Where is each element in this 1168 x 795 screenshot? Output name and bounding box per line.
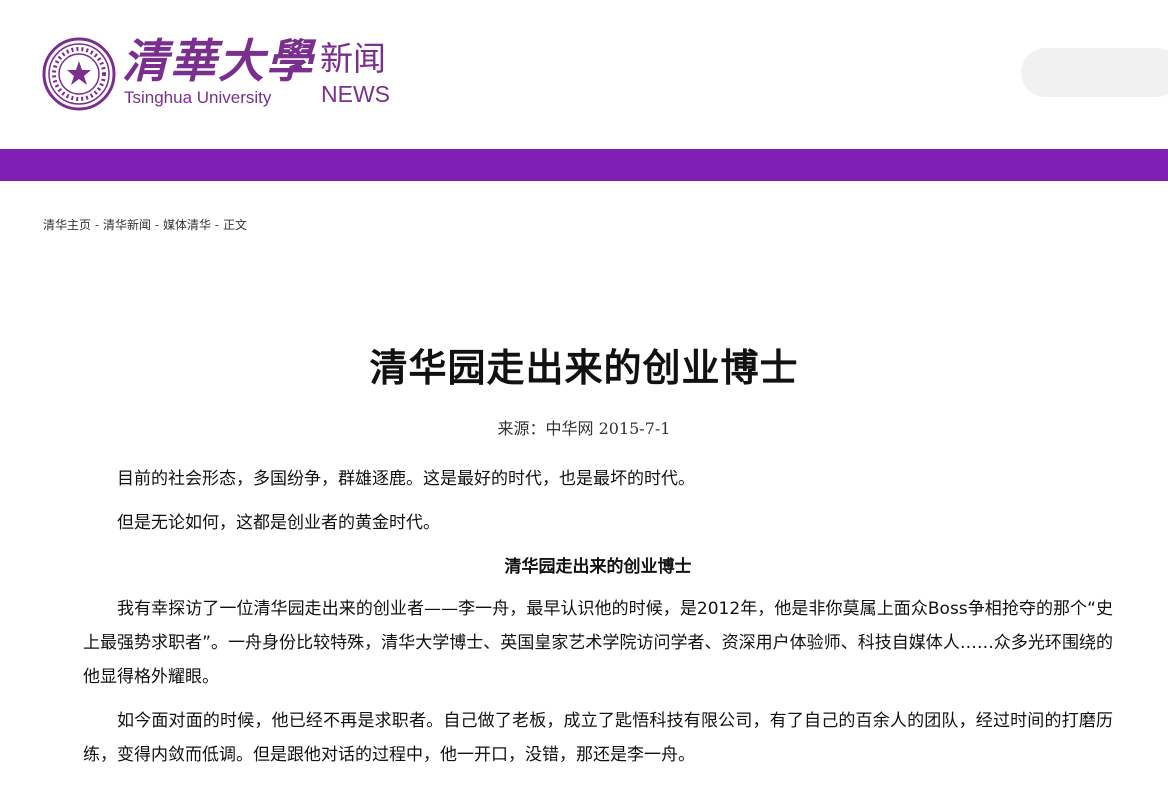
- breadcrumb-news-link[interactable]: 清华新闻: [103, 218, 151, 232]
- article-body: 目前的社会形态，多国纷争，群雄逐鹿。这是最好的时代，也是最坏的时代。 但是无论如…: [83, 462, 1113, 782]
- search-input[interactable]: [1021, 48, 1168, 97]
- navigation-bar: [0, 149, 1168, 181]
- article-paragraph: 我有幸探访了一位清华园走出来的创业者——李一舟，最早认识他的时候，是2012年，…: [83, 599, 1113, 687]
- site-header: 清華大學 Tsinghua University 新闻 NEWS: [0, 0, 1168, 150]
- article-subtitle: 清华园走出来的创业博士: [504, 557, 692, 577]
- article-paragraph: 但是无论如何，这都是创业者的黄金时代。: [117, 513, 440, 533]
- article-paragraph: 目前的社会形态，多国纷争，群雄逐鹿。这是最好的时代，也是最坏的时代。: [117, 469, 695, 489]
- breadcrumb-current: 正文: [222, 218, 247, 232]
- article-source: 来源：中华网 2015-7-1: [497, 419, 671, 438]
- logo-chinese[interactable]: 清華大學: [122, 36, 314, 86]
- university-seal-icon[interactable]: [42, 37, 116, 111]
- breadcrumb-separator: -: [151, 218, 163, 232]
- breadcrumb-separator: -: [91, 218, 103, 232]
- logo-dot: [294, 64, 302, 72]
- breadcrumb-home-link[interactable]: 清华主页: [43, 218, 91, 232]
- breadcrumb-media-link[interactable]: 媒体清华: [163, 218, 211, 232]
- news-logo-english[interactable]: NEWS: [321, 81, 390, 107]
- article-title: 清华园走出来的创业博士: [369, 346, 799, 390]
- logo-english[interactable]: Tsinghua University: [124, 88, 271, 108]
- article-paragraph: 如今面对面的时候，他已经不再是求职者。自己做了老板，成立了匙悟科技有限公司，有了…: [83, 711, 1113, 765]
- news-logo-chinese[interactable]: 新闻: [320, 40, 386, 78]
- breadcrumb: 清华主页 - 清华新闻 - 媒体清华 - 正文: [43, 217, 247, 233]
- breadcrumb-separator: -: [210, 218, 223, 232]
